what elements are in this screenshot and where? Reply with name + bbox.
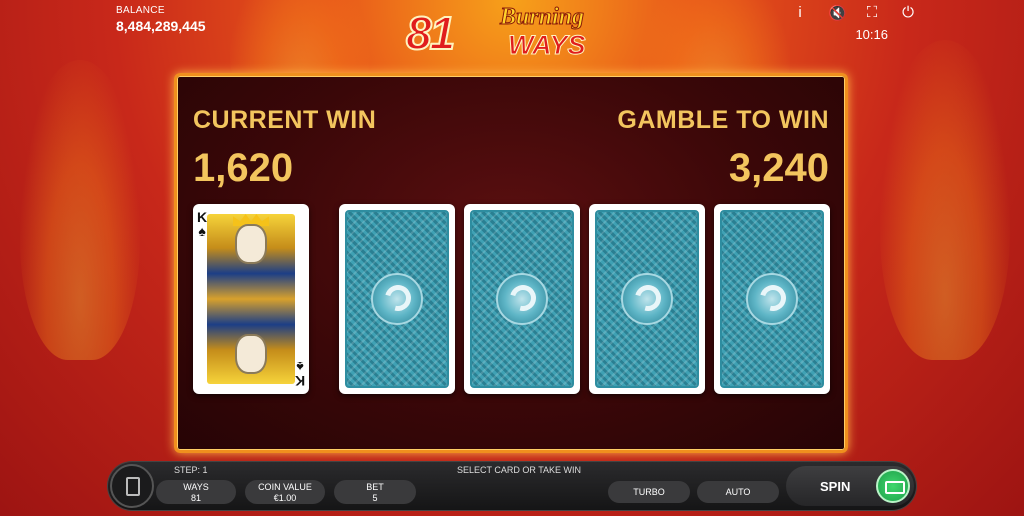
ways-label: WAYS [183, 482, 209, 492]
card-back-logo-icon [621, 273, 673, 325]
paytable-icon[interactable] [110, 464, 154, 508]
spade-icon: ♠ [198, 223, 206, 239]
revealed-card-king-of-spades: K ♠ K ♠ [193, 204, 309, 394]
top-bar: BALANCE 8,484,289,445 81 Burning WAYS i … [0, 0, 1024, 70]
face-down-card-4[interactable] [714, 204, 830, 394]
card-corner-bottom: K ♠ [294, 359, 305, 389]
bet-selector[interactable]: BET 5 [334, 480, 416, 504]
coin-value-value: €1.00 [273, 493, 297, 503]
face-down-card-1[interactable] [339, 204, 455, 394]
game-logo: 81 Burning WAYS [404, 0, 634, 66]
ways-display: WAYS 81 [156, 480, 236, 504]
collect-money-icon[interactable] [876, 469, 910, 503]
instruction-text: SELECT CARD OR TAKE WIN [457, 465, 582, 475]
logo-word-burning: Burning [499, 4, 585, 31]
ways-value: 81 [190, 493, 201, 503]
clock: 10:16 [855, 27, 888, 42]
card-back-pattern [595, 210, 699, 388]
power-icon[interactable]: ⏻ [900, 4, 916, 22]
auto-button[interactable]: AUTO [697, 481, 779, 503]
card-back-pattern [345, 210, 449, 388]
fullscreen-icon[interactable]: ⛶ [864, 4, 880, 22]
king-figure [207, 214, 295, 384]
card-back-pattern [470, 210, 574, 388]
face-down-card-2[interactable] [464, 204, 580, 394]
spin-label: SPIN [820, 479, 851, 494]
gamble-to-win-label: GAMBLE TO WIN [617, 106, 829, 134]
bet-label: BET [366, 482, 384, 492]
coin-value-selector[interactable]: COIN VALUE €1.00 [245, 480, 325, 504]
balance-value: 8,484,289,445 [116, 18, 206, 34]
card-back-pattern [720, 210, 824, 388]
card-rank: K [294, 373, 305, 389]
step-indicator: STEP: 1 [174, 465, 208, 475]
balance-label: BALANCE [116, 5, 165, 16]
logo-number: 81 [405, 6, 456, 60]
info-icon[interactable]: i [792, 4, 808, 22]
coin-value-label: COIN VALUE [258, 482, 312, 492]
card-corner-top: K ♠ [197, 210, 207, 238]
king-face-bottom [235, 334, 267, 374]
top-controls: i 🔇 ⛶ ⏻ [792, 4, 916, 22]
spin-button[interactable]: SPIN [786, 466, 914, 506]
mute-icon[interactable]: 🔇 [828, 4, 847, 22]
card-back-logo-icon [371, 273, 423, 325]
current-win-value: 1,620 [193, 146, 294, 190]
face-down-card-3[interactable] [589, 204, 705, 394]
gamble-to-win-value: 3,240 [728, 146, 829, 190]
card-back-logo-icon [496, 273, 548, 325]
logo-word-ways: WAYS [508, 30, 587, 61]
bet-value: 5 [372, 493, 378, 503]
turbo-button[interactable]: TURBO [608, 481, 690, 503]
king-face-top [235, 224, 267, 264]
card-rank: K [197, 209, 208, 225]
spade-icon: ♠ [296, 359, 304, 375]
current-win-label: CURRENT WIN [193, 106, 377, 134]
gamble-panel: CURRENT WIN 1,620 GAMBLE TO WIN 3,240 K … [174, 73, 848, 453]
card-back-logo-icon [746, 273, 798, 325]
